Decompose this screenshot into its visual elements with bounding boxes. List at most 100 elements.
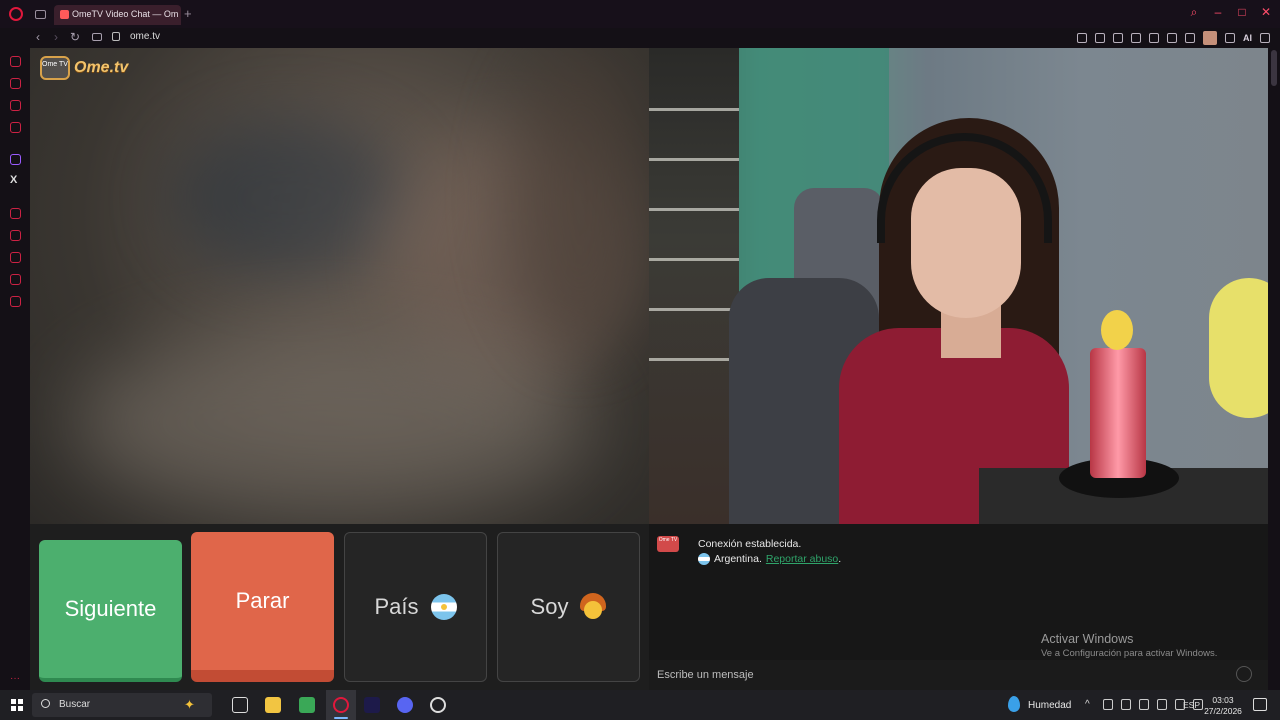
report-abuse-link[interactable]: Reportar abuso bbox=[766, 553, 838, 565]
scrollbar-thumb[interactable] bbox=[1271, 50, 1277, 86]
argentina-flag-small-icon bbox=[698, 553, 710, 565]
next-button-label: Siguiente bbox=[64, 596, 157, 621]
ometv-page: Ome TV Ome.tv Siguiente Parar País Soy O… bbox=[30, 48, 1268, 690]
sidebar-more-icon[interactable]: ··· bbox=[10, 673, 20, 684]
ometv-tv-icon: Ome TV bbox=[40, 56, 70, 80]
tab-title: OmeTV Video Chat — Omegle bbox=[72, 9, 178, 19]
close-icon[interactable]: ✕ bbox=[1260, 6, 1272, 18]
shelf-background bbox=[649, 48, 739, 524]
player-icon[interactable] bbox=[1149, 33, 1159, 43]
x-twitter-icon[interactable]: X bbox=[10, 174, 17, 186]
country-button-label: País bbox=[374, 594, 419, 619]
search-tabs-icon[interactable]: ⌕ bbox=[1188, 6, 1200, 18]
snapshot-icon[interactable] bbox=[1095, 33, 1105, 43]
ometv-logo-text: Ome.tv bbox=[74, 59, 129, 76]
chat-panel: Ome TV Conexión establecida. Argentina. … bbox=[649, 524, 1268, 690]
download-icon[interactable] bbox=[1225, 33, 1235, 43]
green-app-icon[interactable] bbox=[299, 697, 315, 713]
ometv-favicon-icon bbox=[60, 10, 69, 19]
taskbar-search[interactable]: Buscar ✦ bbox=[32, 693, 212, 717]
humidity-icon[interactable] bbox=[1008, 696, 1020, 712]
tab-overview-icon[interactable] bbox=[35, 10, 46, 19]
translate-icon[interactable] bbox=[1131, 33, 1141, 43]
camera-icon[interactable] bbox=[92, 33, 102, 41]
forward-icon[interactable]: › bbox=[54, 31, 58, 43]
language-indicator[interactable]: ESP bbox=[1183, 700, 1200, 710]
microphone-icon[interactable] bbox=[1139, 699, 1149, 710]
windows-taskbar: Buscar ✦ Humedad ^ ESP 03:03 27/2/2026 bbox=[0, 690, 1280, 720]
settings-icon[interactable] bbox=[10, 296, 21, 307]
search-icon bbox=[41, 699, 50, 708]
history-icon[interactable] bbox=[10, 252, 21, 263]
activate-windows-subtitle: Ve a Configuración para activar Windows. bbox=[1041, 648, 1218, 659]
new-tab-button[interactable]: + bbox=[184, 7, 192, 20]
page-scrollbar[interactable] bbox=[1268, 48, 1280, 690]
back-icon[interactable]: ‹ bbox=[36, 31, 40, 43]
obs-icon[interactable] bbox=[430, 697, 446, 713]
messenger-icon[interactable] bbox=[10, 100, 21, 111]
music-icon[interactable] bbox=[10, 122, 21, 133]
taskbar-search-text: Buscar bbox=[59, 699, 91, 710]
gender-button[interactable]: Soy bbox=[497, 532, 640, 682]
minimize-icon[interactable]: – bbox=[1212, 6, 1224, 18]
argentina-flag-icon bbox=[430, 594, 457, 620]
chat-status: Conexión establecida. bbox=[698, 538, 802, 550]
next-button[interactable]: Siguiente bbox=[39, 540, 182, 682]
tray-app-icon[interactable] bbox=[1103, 699, 1113, 710]
profile-avatar[interactable] bbox=[1203, 31, 1217, 45]
player-sidebar-icon[interactable] bbox=[10, 208, 21, 219]
reload-icon[interactable]: ↻ bbox=[70, 31, 80, 43]
browser-tabbar: OmeTV Video Chat — Omegle + ⌕ – □ ✕ bbox=[0, 0, 1280, 28]
extension-icons: AI bbox=[1077, 31, 1270, 45]
activate-windows-title: Activar Windows bbox=[1041, 632, 1134, 646]
notification-icon[interactable] bbox=[1253, 698, 1267, 711]
tab-ometv[interactable]: OmeTV Video Chat — Omegle bbox=[54, 5, 181, 25]
heart-icon[interactable] bbox=[1167, 33, 1177, 43]
extensions-icon[interactable] bbox=[1185, 33, 1195, 43]
extensions-sidebar-icon[interactable] bbox=[10, 274, 21, 285]
task-view-icon[interactable] bbox=[232, 697, 248, 713]
lamp bbox=[1090, 348, 1146, 478]
premiere-icon[interactable] bbox=[364, 697, 380, 713]
windows-start-icon[interactable] bbox=[11, 699, 23, 711]
discord-icon[interactable] bbox=[397, 697, 413, 713]
stranger-video: Ome TV Ome.tv bbox=[30, 48, 649, 524]
stop-button-label: Parar bbox=[235, 588, 290, 613]
emoji-icon[interactable] bbox=[1236, 666, 1252, 682]
bookmark-icon[interactable] bbox=[1077, 33, 1087, 43]
weather-text[interactable]: Humedad bbox=[1028, 700, 1071, 711]
opera-taskbar-icon[interactable] bbox=[333, 697, 349, 713]
file-explorer-icon[interactable] bbox=[265, 697, 281, 713]
control-panel: Siguiente Parar País Soy bbox=[30, 524, 649, 690]
stop-button[interactable]: Parar bbox=[191, 532, 334, 682]
country-button[interactable]: País bbox=[344, 532, 487, 682]
tray-chevron-icon[interactable]: ^ bbox=[1085, 699, 1095, 710]
vpn-icon[interactable] bbox=[1113, 33, 1123, 43]
crypto-wallet-icon[interactable] bbox=[10, 78, 21, 89]
wifi-icon[interactable] bbox=[1157, 699, 1167, 710]
opera-sidebar: X ··· bbox=[0, 48, 30, 690]
url-field[interactable]: ome.tv bbox=[130, 31, 160, 42]
clock-date[interactable]: 27/2/2026 bbox=[1203, 706, 1243, 716]
boy-emoji-icon bbox=[580, 593, 607, 621]
ometv-logo[interactable]: Ome TV Ome.tv bbox=[40, 56, 128, 80]
opera-menu-icon[interactable] bbox=[9, 7, 23, 21]
gender-button-label: Soy bbox=[530, 594, 569, 619]
bookmarks-sidebar-icon[interactable] bbox=[10, 230, 21, 241]
address-bar: ‹ › ↻ ome.tv AI bbox=[28, 28, 1280, 48]
chat-country: Argentina. bbox=[714, 553, 762, 565]
ometv-chat-icon: Ome TV bbox=[657, 536, 679, 552]
self-video bbox=[649, 48, 1268, 524]
plush-toy bbox=[1209, 278, 1268, 418]
twitch-icon[interactable] bbox=[10, 154, 21, 165]
message-input[interactable] bbox=[649, 660, 1268, 690]
clock-time[interactable]: 03:03 bbox=[1205, 695, 1241, 705]
lock-icon[interactable] bbox=[112, 32, 120, 41]
aria-icon[interactable] bbox=[10, 56, 21, 67]
aria-ai-button[interactable]: AI bbox=[1243, 33, 1252, 43]
window-controls: ⌕ – □ ✕ bbox=[1188, 6, 1272, 18]
maximize-icon[interactable]: □ bbox=[1236, 6, 1248, 18]
chat-country-line: Argentina. Reportar abuso. bbox=[698, 553, 841, 565]
easy-setup-icon[interactable] bbox=[1260, 33, 1270, 43]
onedrive-icon[interactable] bbox=[1121, 699, 1131, 710]
